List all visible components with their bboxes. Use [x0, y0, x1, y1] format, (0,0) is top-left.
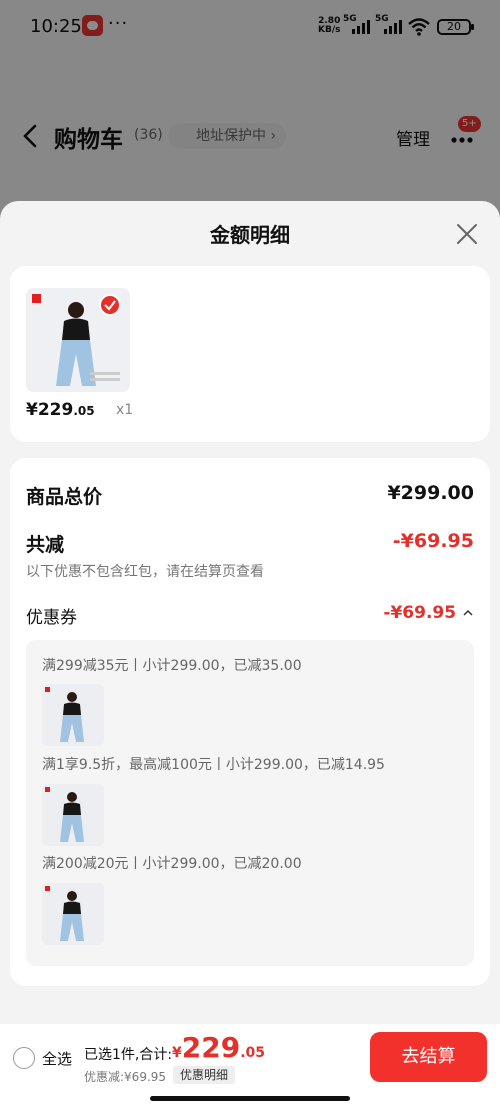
bottom-total: ¥229.05 [172, 1031, 265, 1064]
product-price-dec: .05 [73, 404, 95, 418]
total-value: ¥299.00 [387, 482, 474, 504]
checkout-button[interactable]: 去结算 [370, 1032, 487, 1082]
product-price-main: ¥229 [26, 400, 74, 420]
coupon-rule-2: 满1享9.5折，最高减100元丨小计299.00，已减14.95 [42, 757, 385, 773]
selected-summary: 已选1件,合计: [84, 1047, 173, 1063]
total-decimal: .05 [240, 1045, 266, 1061]
product-price: ¥229.05 [26, 400, 95, 420]
total-integer: 229 [181, 1031, 241, 1064]
coupon-rule-1: 满299减35元丨小计299.00，已减35.00 [42, 658, 302, 674]
select-all-label[interactable]: 全选 [42, 1048, 72, 1069]
home-indicator[interactable] [150, 1096, 350, 1101]
coupon-item-thumb-3 [42, 883, 104, 945]
close-icon[interactable] [455, 222, 479, 246]
coupon-toggle[interactable]: -¥69.95 [383, 603, 474, 623]
discount-summary: 优惠减:¥69.95 [84, 1070, 167, 1084]
selected-check-icon[interactable] [99, 294, 121, 316]
total-currency: ¥ [172, 1045, 182, 1061]
coupon-label: 优惠券 [26, 608, 77, 628]
total-label: 商品总价 [26, 486, 103, 508]
reduce-label: 共减 [26, 534, 65, 556]
select-all-radio[interactable] [13, 1047, 35, 1069]
product-qty: x1 [116, 402, 134, 418]
coupon-value: -¥69.95 [383, 603, 457, 623]
discount-detail-button[interactable]: 优惠明细 [173, 1066, 236, 1084]
reduce-value: -¥69.95 [392, 530, 474, 552]
chevron-up-icon [463, 609, 473, 616]
sheet-title: 金额明细 [210, 223, 290, 247]
coupon-item-thumb-2 [42, 784, 104, 846]
discount-note: 以下优惠不包含红包，请在结算页查看 [26, 564, 264, 580]
coupon-rule-3: 满200减20元丨小计299.00，已减20.00 [42, 856, 302, 872]
coupon-item-thumb-1 [42, 684, 104, 746]
